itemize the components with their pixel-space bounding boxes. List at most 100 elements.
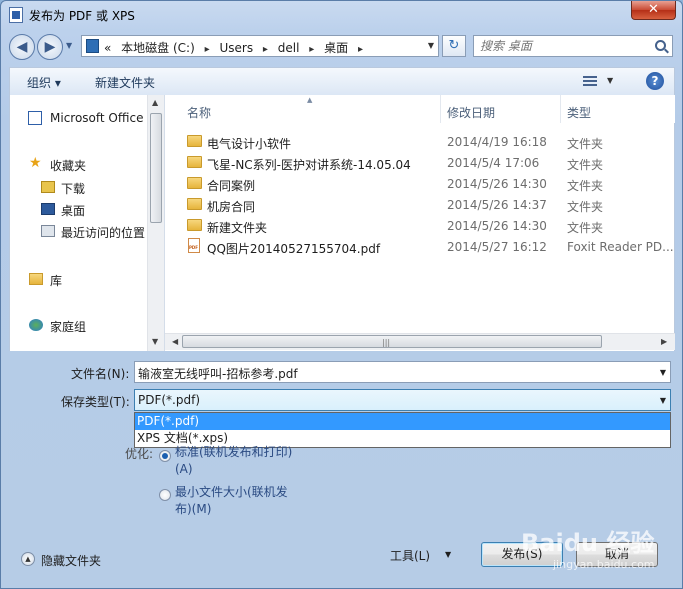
- filetype-select[interactable]: PDF(*.pdf) ▼: [134, 389, 671, 411]
- scroll-down-icon[interactable]: ▼: [152, 337, 158, 346]
- filename-field[interactable]: 输液室无线呼叫-招标参考.pdf ▼: [134, 361, 671, 383]
- breadcrumb-separator[interactable]: ▸: [358, 44, 363, 55]
- file-type: 文件夹: [567, 158, 604, 172]
- file-date: 2014/5/26 14:37: [447, 198, 547, 212]
- optimize-minimum-label[interactable]: 最小文件大小(联机发 布)(M): [175, 484, 288, 518]
- address-dropdown-icon[interactable]: ▼: [428, 41, 434, 50]
- file-date: 2014/5/26 14:30: [447, 219, 547, 233]
- file-row[interactable]: QQ图片20140527155704.pdf 2014/5/27 16:12 F…: [165, 236, 674, 257]
- search-box[interactable]: [473, 35, 673, 57]
- scroll-left-icon[interactable]: ◀: [172, 337, 178, 346]
- horizontal-scrollbar-thumb[interactable]: [182, 335, 602, 348]
- refresh-button[interactable]: ↻: [442, 35, 466, 57]
- word-doc-icon: [9, 7, 23, 23]
- file-type: 文件夹: [567, 221, 604, 235]
- file-row[interactable]: 新建文件夹 2014/5/26 14:30 文件夹: [165, 215, 665, 236]
- view-options-icon[interactable]: [583, 76, 597, 88]
- search-icon[interactable]: [655, 40, 666, 51]
- forward-button[interactable]: ▶: [37, 34, 63, 60]
- column-name[interactable]: 名称: [187, 104, 211, 121]
- scroll-up-icon[interactable]: ▲: [152, 98, 158, 107]
- breadcrumb-separator[interactable]: ▸: [309, 44, 314, 55]
- pdf-file-icon: [188, 238, 200, 253]
- file-date: 2014/5/26 14:30: [447, 177, 547, 191]
- close-button[interactable]: ✕: [631, 1, 676, 20]
- nav-item-libraries[interactable]: 库: [50, 272, 62, 289]
- new-folder-button[interactable]: 新建文件夹: [95, 74, 155, 91]
- file-date: 2014/5/4 17:06: [447, 156, 540, 170]
- nav-item-recent[interactable]: 最近访问的位置: [61, 224, 145, 241]
- optimize-label: 优化:: [125, 447, 154, 461]
- tools-dropdown-icon[interactable]: ▼: [445, 550, 451, 559]
- save-dialog: 发布为 PDF 或 XPS ✕ ◀ ▶ ▼ « 本地磁盘 (C:) ▸ User…: [0, 0, 683, 589]
- command-toolbar: 组织 ▾ 新建文件夹 ▼ ?: [9, 67, 675, 95]
- organize-button[interactable]: 组织 ▾: [27, 74, 61, 91]
- optimize-minimum-radio[interactable]: [159, 489, 171, 501]
- nav-item-homegroup[interactable]: 家庭组: [50, 318, 86, 335]
- filetype-option-pdf[interactable]: PDF(*.pdf): [135, 413, 670, 430]
- tools-button[interactable]: 工具(L): [390, 547, 430, 564]
- breadcrumb-drive[interactable]: 本地磁盘 (C:): [121, 41, 195, 55]
- collapse-icon[interactable]: ▲: [21, 552, 35, 566]
- breadcrumb-overflow[interactable]: «: [104, 41, 111, 55]
- column-divider[interactable]: [560, 95, 561, 123]
- file-row[interactable]: 合同案例 2014/5/26 14:30 文件夹: [165, 173, 665, 194]
- file-type: 文件夹: [567, 179, 604, 193]
- chevron-down-icon[interactable]: ▼: [660, 368, 666, 377]
- optimize-standard-label[interactable]: 标准(联机发布和打印) (A): [175, 444, 292, 478]
- file-date: 2014/4/19 16:18: [447, 135, 547, 149]
- window-title: 发布为 PDF 或 XPS: [29, 9, 135, 23]
- column-header: ▲ 名称 修改日期 类型: [165, 95, 675, 123]
- column-divider[interactable]: [440, 95, 441, 123]
- folder-icon: [187, 198, 202, 210]
- breadcrumb-separator[interactable]: ▸: [263, 44, 268, 55]
- homegroup-icon: [29, 319, 43, 331]
- breadcrumb-users[interactable]: Users: [219, 41, 253, 55]
- file-row[interactable]: 飞星-NC系列-医护对讲系统-14.05.04 2014/5/4 17:06 文…: [165, 152, 665, 173]
- nav-item-desktop[interactable]: 桌面: [61, 202, 85, 219]
- column-type[interactable]: 类型: [567, 104, 591, 121]
- breadcrumb: « 本地磁盘 (C:) ▸ Users ▸ dell ▸ 桌面 ▸: [104, 39, 369, 56]
- scroll-right-icon[interactable]: ▶: [661, 337, 667, 346]
- file-row[interactable]: 机房合同 2014/5/26 14:37 文件夹: [165, 194, 665, 215]
- file-type: 文件夹: [567, 137, 604, 151]
- optimize-standard-radio[interactable]: [159, 450, 171, 462]
- folder-icon: [187, 156, 202, 168]
- folder-icon: [187, 135, 202, 147]
- hide-folders-button[interactable]: 隐藏文件夹: [41, 552, 101, 569]
- filetype-dropdown-list: PDF(*.pdf) XPS 文档(*.xps): [134, 412, 671, 448]
- nav-scrollbar-thumb[interactable]: [150, 113, 162, 223]
- nav-item-favorites[interactable]: 收藏夹: [50, 157, 86, 174]
- nav-item-office[interactable]: Microsoft Office: [50, 111, 143, 125]
- file-name: 机房合同: [207, 200, 256, 214]
- breadcrumb-desktop[interactable]: 桌面: [324, 41, 348, 55]
- back-button[interactable]: ◀: [9, 34, 35, 60]
- chevron-down-icon[interactable]: ▼: [607, 76, 613, 85]
- recent-places-icon: [41, 225, 55, 237]
- library-icon: [29, 273, 43, 285]
- help-icon[interactable]: ?: [646, 72, 664, 90]
- scrollbar-grip-icon: |||: [382, 338, 391, 347]
- optimize-minimum-text: 最小文件大小(联机发: [175, 485, 288, 499]
- search-input[interactable]: [480, 39, 650, 53]
- file-type: Foxit Reader PD...: [567, 240, 674, 254]
- sort-arrow-icon: ▲: [307, 96, 313, 104]
- file-name: QQ图片20140527155704.pdf: [207, 242, 381, 256]
- column-date[interactable]: 修改日期: [447, 104, 495, 121]
- recent-locations-dropdown-icon[interactable]: ▼: [66, 41, 72, 50]
- breadcrumb-dell[interactable]: dell: [278, 41, 300, 55]
- nav-item-downloads[interactable]: 下载: [61, 180, 85, 197]
- folder-icon: [187, 177, 202, 189]
- filename-value[interactable]: 输液室无线呼叫-招标参考.pdf: [138, 365, 298, 382]
- breadcrumb-separator[interactable]: ▸: [205, 44, 210, 55]
- chevron-down-icon[interactable]: ▼: [660, 396, 666, 405]
- downloads-icon: [41, 181, 55, 193]
- file-name: 电气设计小软件: [207, 137, 292, 151]
- file-row[interactable]: 电气设计小软件 2014/4/19 16:18 文件夹: [165, 131, 665, 152]
- optimize-minimum-text-2: 布)(M): [175, 502, 212, 516]
- star-icon: ★: [29, 155, 42, 171]
- optimize-standard-hotkey: (A): [175, 462, 193, 476]
- filetype-label: 保存类型(T):: [61, 395, 130, 409]
- file-date: 2014/5/27 16:12: [447, 240, 547, 254]
- address-bar[interactable]: « 本地磁盘 (C:) ▸ Users ▸ dell ▸ 桌面 ▸ ▼: [81, 35, 439, 57]
